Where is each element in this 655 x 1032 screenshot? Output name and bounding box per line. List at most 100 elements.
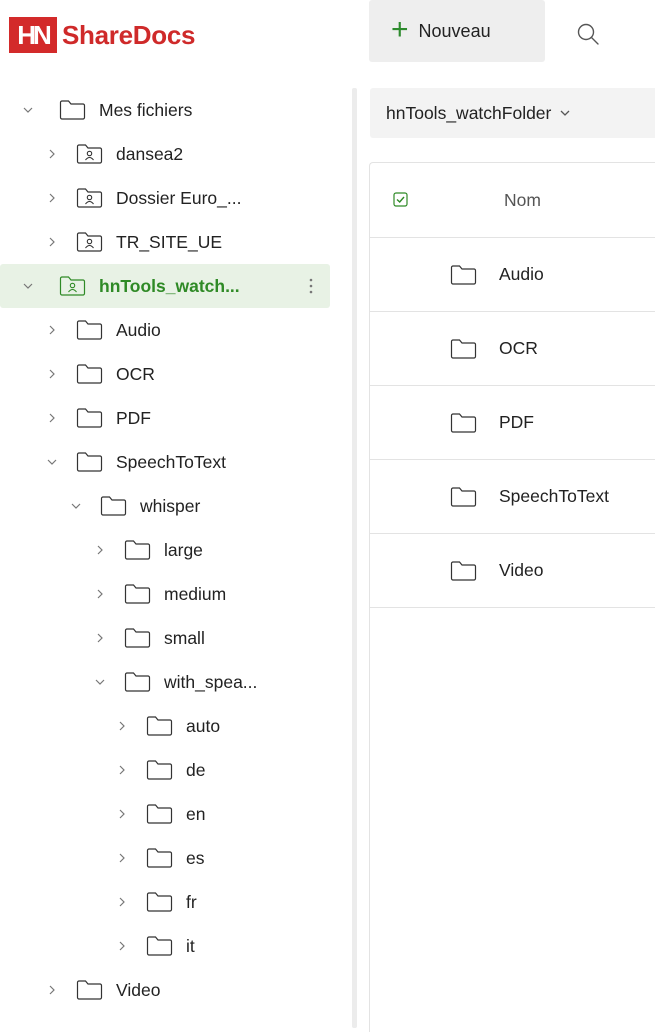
tree-item-label: es: [186, 847, 205, 868]
chevron-right-icon[interactable]: [45, 411, 59, 425]
folder-icon: [124, 671, 151, 693]
app-logo[interactable]: HN ShareDocs: [9, 17, 195, 53]
tree-item-label: hnTools_watch...: [99, 275, 240, 296]
folder-tree: Mes fichiers dansea2 Dossier Euro_... TR_SI…: [0, 88, 340, 1012]
table-row[interactable]: PDF: [370, 386, 655, 460]
chevron-right-icon[interactable]: [93, 587, 107, 601]
folder-icon: [450, 264, 477, 286]
chevron-right-icon[interactable]: [115, 807, 129, 821]
tree-item[interactable]: with_spea...: [0, 660, 340, 704]
tree-item-label: with_spea...: [164, 671, 258, 692]
tree-item-label: auto: [186, 715, 221, 736]
tree-item[interactable]: Video: [0, 968, 340, 1012]
select-all-checkbox[interactable]: [393, 192, 409, 208]
tree-item[interactable]: dansea2: [0, 132, 340, 176]
folder-icon: [450, 560, 477, 582]
row-name: Video: [499, 560, 544, 580]
folder-icon: [59, 99, 86, 121]
tree-item[interactable]: OCR: [0, 352, 340, 396]
tree-item[interactable]: whisper: [0, 484, 340, 528]
tree-item-label: small: [164, 627, 205, 648]
tree-item[interactable]: de: [0, 748, 340, 792]
row-name: Audio: [499, 264, 544, 284]
list-header: Nom: [370, 163, 655, 238]
chevron-right-icon[interactable]: [115, 763, 129, 777]
chevron-down-icon[interactable]: [21, 279, 35, 293]
shared-folder-icon: [76, 143, 103, 165]
tree-item-label: it: [186, 935, 195, 956]
chevron-down-icon: [560, 110, 570, 116]
new-button[interactable]: + Nouveau: [369, 0, 545, 62]
tree-item[interactable]: Audio: [0, 308, 340, 352]
tree-item[interactable]: fr: [0, 880, 340, 924]
tree-item[interactable]: Mes fichiers: [0, 88, 340, 132]
chevron-down-icon[interactable]: [45, 455, 59, 469]
tree-item[interactable]: large: [0, 528, 340, 572]
chevron-right-icon[interactable]: [45, 191, 59, 205]
tree-item-label: Dossier Euro_...: [116, 187, 242, 208]
folder-icon: [76, 363, 103, 385]
column-header-name[interactable]: Nom: [504, 190, 541, 211]
folder-icon: [146, 759, 173, 781]
shared-folder-icon: [59, 275, 86, 297]
chevron-right-icon[interactable]: [45, 235, 59, 249]
breadcrumb-label: hnTools_watchFolder: [386, 102, 552, 123]
tree-item[interactable]: it: [0, 924, 340, 968]
chevron-down-icon[interactable]: [69, 499, 83, 513]
folder-icon: [100, 495, 127, 517]
row-name: PDF: [499, 412, 534, 432]
row-name: SpeechToText: [499, 486, 609, 506]
tree-item[interactable]: TR_SITE_UE: [0, 220, 340, 264]
tree-item[interactable]: en: [0, 792, 340, 836]
tree-item[interactable]: Dossier Euro_...: [0, 176, 340, 220]
file-list: Nom Audio OCR PDF SpeechToText Video: [369, 162, 655, 1032]
tree-item-label: OCR: [116, 363, 155, 384]
chevron-right-icon[interactable]: [45, 147, 59, 161]
folder-icon: [146, 803, 173, 825]
list-rows: Audio OCR PDF SpeechToText Video: [370, 238, 655, 608]
shared-folder-icon: [76, 187, 103, 209]
tree-item[interactable]: PDF: [0, 396, 340, 440]
chevron-right-icon[interactable]: [115, 719, 129, 733]
folder-icon: [76, 319, 103, 341]
folder-icon: [146, 715, 173, 737]
chevron-right-icon[interactable]: [45, 323, 59, 337]
folder-icon: [124, 539, 151, 561]
tree-item-label: de: [186, 759, 206, 780]
chevron-right-icon[interactable]: [115, 851, 129, 865]
tree-item-label: fr: [186, 891, 197, 912]
folder-icon: [76, 979, 103, 1001]
chevron-right-icon[interactable]: [115, 895, 129, 909]
folder-icon: [450, 338, 477, 360]
folder-icon: [76, 451, 103, 473]
chevron-right-icon[interactable]: [115, 939, 129, 953]
folder-icon: [124, 583, 151, 605]
breadcrumb-dropdown[interactable]: hnTools_watchFolder: [370, 88, 655, 138]
tree-item[interactable]: hnTools_watch...: [0, 264, 330, 308]
tree-item[interactable]: medium: [0, 572, 340, 616]
chevron-down-icon[interactable]: [93, 675, 107, 689]
chevron-right-icon[interactable]: [45, 983, 59, 997]
new-button-label: Nouveau: [418, 20, 491, 41]
chevron-right-icon[interactable]: [93, 631, 107, 645]
tree-item-label: Audio: [116, 319, 161, 340]
table-row[interactable]: Audio: [370, 238, 655, 312]
tree-item[interactable]: SpeechToText: [0, 440, 340, 484]
shared-folder-icon: [76, 231, 103, 253]
tree-item[interactable]: small: [0, 616, 340, 660]
tree-item[interactable]: es: [0, 836, 340, 880]
tree-item-label: Video: [116, 979, 161, 1000]
search-icon[interactable]: [576, 22, 600, 46]
more-options-icon[interactable]: [306, 276, 316, 296]
tree-item[interactable]: auto: [0, 704, 340, 748]
chevron-right-icon[interactable]: [45, 367, 59, 381]
table-row[interactable]: SpeechToText: [370, 460, 655, 534]
table-row[interactable]: Video: [370, 534, 655, 608]
table-row[interactable]: OCR: [370, 312, 655, 386]
panel-splitter[interactable]: [352, 88, 357, 1028]
chevron-right-icon[interactable]: [93, 543, 107, 557]
tree-item-label: large: [164, 539, 203, 560]
folder-icon: [76, 407, 103, 429]
chevron-down-icon[interactable]: [21, 103, 35, 117]
folder-icon: [146, 935, 173, 957]
